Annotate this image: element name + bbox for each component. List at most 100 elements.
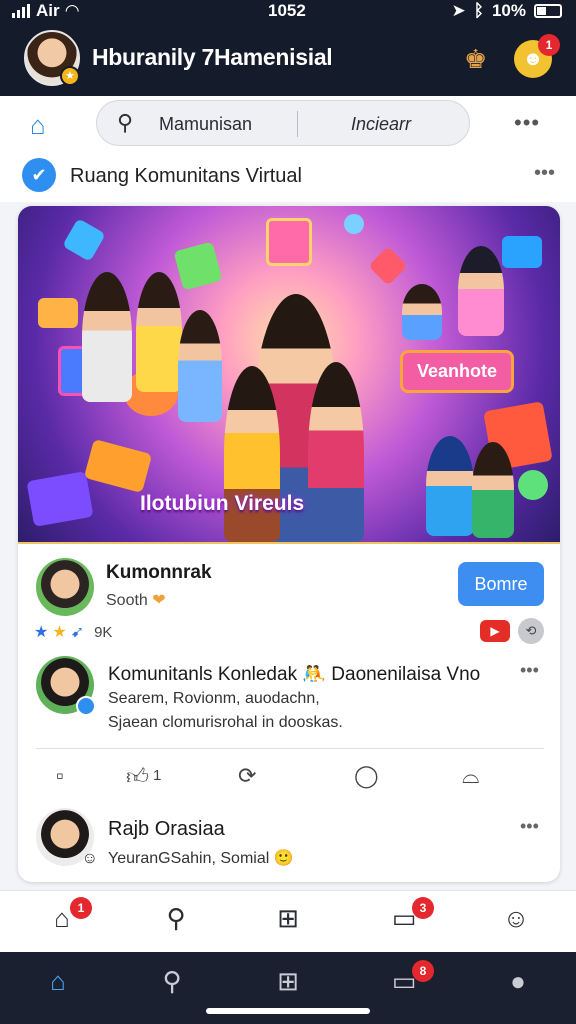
top-bar: Air ◠ 1052 ➤ ᛒ 10% ★ Hburanily 7Hamenisi… — [0, 0, 576, 96]
comment-more-icon[interactable]: ••• — [520, 816, 539, 837]
search-divider — [297, 111, 298, 137]
nav-search[interactable]: ⚲ — [156, 903, 196, 941]
person-figure — [178, 310, 222, 422]
author-row: Kumonnrak Sooth ❤ Bomre ★ ★ ➹ 9K ▶ ⟲ — [18, 542, 560, 664]
battery-icon — [534, 4, 562, 18]
rating-row: ★ ★ ➹ 9K — [34, 622, 112, 642]
post-row: Komunitanls Konledak 🤼 Daonenilaisa Vno … — [18, 654, 560, 752]
home-indicator[interactable] — [206, 1008, 370, 1014]
home-icon: ⌂ — [54, 903, 70, 933]
community-label: Ruang Komunitans Virtual — [70, 165, 302, 187]
rating-count: 9K — [94, 623, 113, 641]
like-count: 1 — [153, 767, 162, 784]
nav2-profile[interactable]: ● — [498, 966, 538, 1004]
frame-decoration — [502, 236, 542, 268]
plus-square-icon: ⊞ — [277, 903, 299, 933]
thumbs-up-icon: 👍︎ — [126, 764, 149, 789]
nav-inbox[interactable]: ▭ 3 — [384, 897, 434, 941]
cube-decoration — [62, 218, 106, 262]
notifications-button[interactable]: ☻ 1 — [514, 34, 560, 78]
community-logo-icon: ✔ — [22, 158, 56, 192]
comment-row: ☺ Rajb Orasiaa YeuranGSahin, Somial 🙂 ••… — [18, 806, 560, 882]
nav-profile[interactable]: ☺ — [496, 903, 536, 941]
carrier-label: Air — [36, 1, 60, 20]
like-button[interactable]: 👍︎ 1 — [126, 763, 161, 790]
author-subtitle: Sooth ❤ — [106, 590, 166, 610]
video-play-icon[interactable]: ▶ — [480, 620, 510, 642]
post-text-line: Sjaean clomurisrohal in dooskas. — [108, 714, 343, 731]
app-title: Hburanily 7Hamenisial — [92, 44, 333, 70]
search-input[interactable]: ⚲ Mamunisan Inciearr — [96, 100, 470, 146]
nav2-home[interactable]: ⌂ — [38, 966, 78, 1004]
author-subtitle-text: Sooth — [106, 592, 148, 609]
smile-icon: ☺ — [81, 850, 98, 867]
clock: 1052 — [268, 1, 306, 20]
repost-icon[interactable]: ⟳ — [238, 763, 256, 789]
person-figure — [308, 362, 364, 542]
search-icon: ⚲ — [162, 966, 182, 996]
author-avatar[interactable] — [36, 558, 94, 616]
filter-button[interactable]: Inciearr — [351, 114, 411, 135]
person-figure — [82, 272, 132, 402]
location-icon: ➤ — [451, 1, 466, 20]
nav2-create[interactable]: ⊞ — [268, 966, 308, 1004]
heart-icon: ❤ — [152, 592, 166, 609]
search-icon: ⚲ — [117, 110, 134, 135]
cube-decoration — [368, 246, 408, 286]
comment-text: YeuranGSahin, Somial 🙂 — [108, 850, 294, 867]
comment-avatar[interactable]: ☺ — [36, 808, 98, 867]
status-bar: Air ◠ 1052 ➤ ᛒ 10% — [0, 0, 576, 24]
banner-title: Ilotubiun Vireuls — [140, 492, 305, 515]
more-options-icon[interactable]: ••• — [514, 110, 540, 136]
cube-decoration — [83, 438, 153, 494]
nav-home-badge: 1 — [70, 897, 92, 919]
plus-square-icon: ⊞ — [277, 966, 299, 996]
post-text-line: Searem, Rovionm, auodachn, — [108, 690, 320, 707]
nav-inbox-badge: 3 — [412, 897, 434, 919]
nav-create[interactable]: ⊞ — [268, 903, 308, 941]
nav2-search[interactable]: ⚲ — [152, 966, 192, 1004]
star-icon: ★ — [34, 624, 49, 641]
battery-label: 10% — [491, 1, 526, 20]
nav-home[interactable]: ⌂ 1 — [42, 897, 92, 941]
banner-tag: Veanhote — [400, 350, 515, 393]
community-more-icon[interactable]: ••• — [534, 162, 555, 185]
person-figure — [426, 436, 474, 536]
cube-decoration — [26, 471, 94, 527]
tag-icon: ➹ — [70, 624, 85, 641]
banner-image[interactable]: Veanhote Ilotubiun Vireuls — [18, 206, 560, 542]
star-icon: ★ — [52, 624, 67, 641]
person-figure — [472, 442, 514, 538]
trophy-icon[interactable]: ♚ — [464, 44, 487, 75]
nav2-inbox[interactable]: ▭ 8 — [384, 960, 434, 1004]
author-name[interactable]: Kumonnrak — [106, 562, 212, 584]
profile-avatar[interactable]: ★ — [24, 30, 80, 86]
post-more-icon[interactable]: ••• — [520, 660, 539, 681]
community-row[interactable]: ✔ Ruang Komunitans Virtual ••• — [0, 152, 576, 202]
share-icon[interactable]: ⟲ — [518, 618, 544, 644]
tree-decoration — [518, 470, 548, 500]
cube-decoration — [173, 241, 223, 291]
avatar-frame-decoration — [266, 218, 312, 266]
bluetooth-icon: ᛒ — [473, 1, 484, 20]
post-card: Veanhote Ilotubiun Vireuls Kumonnrak Soo… — [18, 206, 560, 882]
post-actions: ▫ 👍︎ 1 ⟳ ◯ ⌓ — [36, 748, 544, 804]
send-icon[interactable]: ⌓ — [462, 763, 479, 789]
comment-author[interactable]: Rajb Orasiaa — [108, 818, 225, 841]
home-icon[interactable]: ⌂ — [30, 110, 46, 141]
home-icon: ⌂ — [50, 966, 66, 996]
follow-button[interactable]: Bomre — [458, 562, 544, 606]
post-avatar[interactable] — [36, 656, 96, 716]
post-title[interactable]: Komunitanls Konledak 🤼 Daonenilaisa Vno — [108, 662, 480, 686]
bookmark-icon[interactable]: ▫ — [56, 763, 64, 789]
notification-badge: 1 — [538, 34, 560, 56]
person-icon: ● — [510, 966, 526, 996]
person-figure — [458, 246, 504, 336]
wifi-icon: ◠ — [65, 1, 79, 20]
comment-icon[interactable]: ◯ — [354, 763, 379, 789]
person-figure — [136, 272, 182, 392]
crown-badge-icon: ★ — [60, 66, 80, 86]
bottom-nav-primary: ⌂ 1 ⚲ ⊞ ▭ 3 ☺ — [0, 890, 576, 952]
nav2-inbox-badge: 8 — [412, 960, 434, 982]
orb-decoration — [344, 214, 364, 234]
